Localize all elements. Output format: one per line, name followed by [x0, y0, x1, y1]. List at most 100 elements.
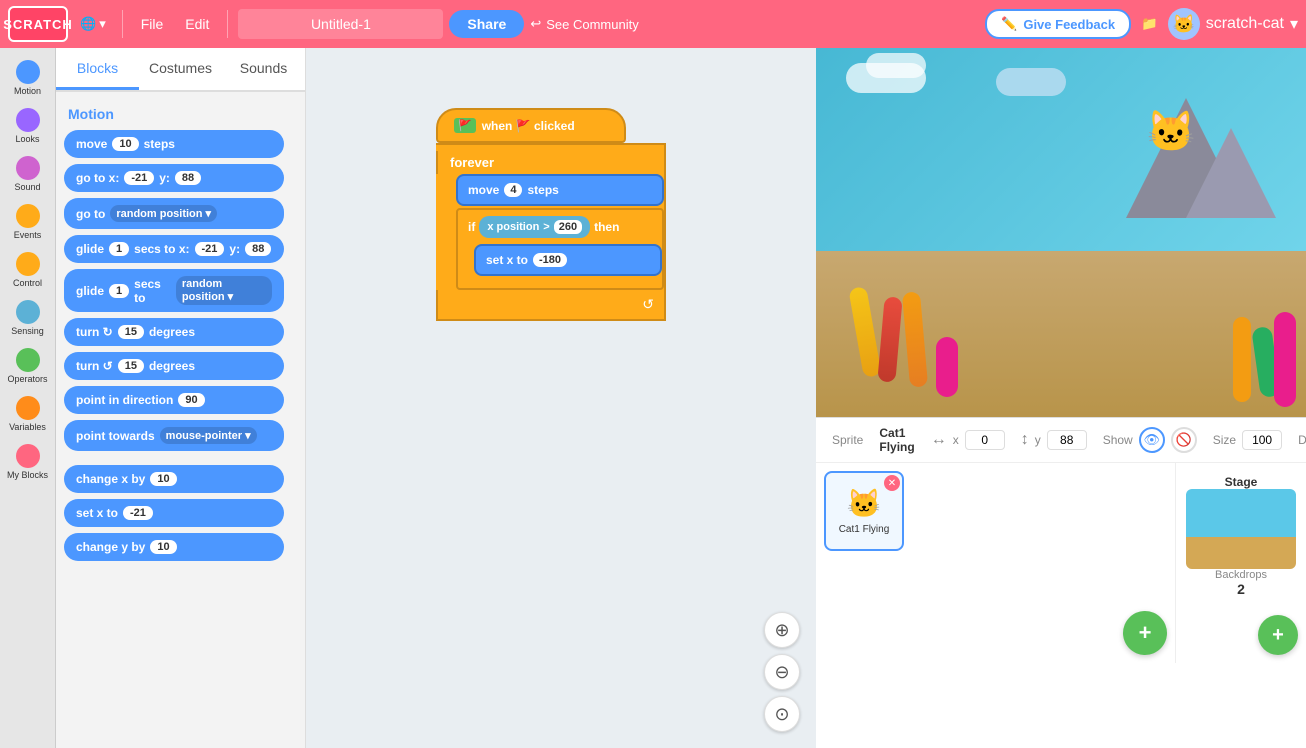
zoom-reset-button[interactable]: ⊙ [764, 696, 800, 732]
sensing-label: Sensing [11, 326, 44, 336]
zoom-in-button[interactable]: ⊕ [764, 612, 800, 648]
loop-arrow: ↺ [642, 296, 654, 313]
block-move[interactable]: move 10 steps [64, 130, 284, 158]
blocks-spacer [64, 457, 297, 465]
block-change-y[interactable]: change y by 10 [64, 533, 284, 561]
block-turn-cw[interactable]: turn ↻ 15 degrees [64, 318, 284, 346]
sidebar-item-events[interactable]: Events [1, 200, 55, 244]
cat-sprite: 🐱 [1146, 108, 1196, 155]
myblocks-dot [16, 444, 40, 468]
forever-inner: move 4 steps if x position > 26 [456, 174, 664, 290]
sidebar-item-operators[interactable]: Operators [1, 344, 55, 388]
see-community-button[interactable]: ↩ See Community [530, 16, 638, 32]
community-icon: ↩ [530, 16, 541, 32]
sidebar-item-motion[interactable]: Motion [1, 56, 55, 100]
size-label: Size [1213, 433, 1236, 447]
add-sprite-button[interactable]: + [1123, 611, 1167, 655]
script-stack: 🚩 when 🚩 clicked forever move 4 steps [436, 108, 666, 321]
nav-divider-1 [122, 10, 123, 38]
block-glide-random[interactable]: glide 1 secs to random position ▾ [64, 269, 284, 312]
block-point-towards[interactable]: point towards mouse-pointer ▾ [64, 420, 284, 451]
zoom-reset-icon: ⊙ [774, 704, 789, 725]
sidebar-item-looks[interactable]: Looks [1, 104, 55, 148]
stage-thumb-label: Stage [1225, 475, 1258, 489]
set-x-block[interactable]: set x to -180 [474, 244, 662, 276]
mountain-2 [1186, 128, 1276, 218]
edit-menu[interactable]: Edit [177, 12, 217, 36]
if-label: if [468, 220, 475, 234]
sprite-item-icon: 🐱 [847, 487, 882, 520]
scratch-logo: SCRATCH [8, 6, 68, 42]
share-button[interactable]: Share [449, 10, 524, 38]
events-dot [16, 204, 40, 228]
backdrops-label: Backdrops [1215, 569, 1267, 581]
plant-1 [936, 337, 958, 397]
backdrops-count: 2 [1237, 581, 1245, 597]
give-feedback-button[interactable]: ✏️ Give Feedback [985, 9, 1131, 39]
plant-r3 [1274, 312, 1296, 407]
set-x-label: set x to [486, 253, 528, 267]
right-panel: ⚑ ⬜ ▭ ⛶ [816, 48, 1306, 748]
sidebar-item-sensing[interactable]: Sensing [1, 296, 55, 340]
block-goto-xy[interactable]: go to x: -21 y: 88 [64, 164, 284, 192]
block-goto-random[interactable]: go to random position ▾ [64, 198, 284, 229]
y-arrows-icon: ↕ [1021, 431, 1029, 449]
sprite-item[interactable]: ✕ 🐱 Cat1 Flying [824, 471, 904, 551]
motion-label: Motion [14, 86, 41, 96]
stage-thumb-img [1186, 489, 1296, 569]
x-value: 0 [965, 430, 1005, 450]
block-point-direction[interactable]: point in direction 90 [64, 386, 284, 414]
avatar: 🐱 [1168, 8, 1200, 40]
sprite-item-close[interactable]: ✕ [884, 475, 900, 491]
looks-dot [16, 108, 40, 132]
operators-label: Operators [7, 374, 47, 384]
globe-button[interactable]: 🌐 ▾ [74, 12, 112, 36]
top-nav: SCRATCH 🌐 ▾ File Edit Share ↩ See Commun… [0, 0, 1306, 48]
project-title-input[interactable] [238, 9, 443, 39]
sidebar-item-control[interactable]: Control [1, 248, 55, 292]
blocks-panel: Blocks Costumes Sounds Motion move 10 st… [56, 48, 306, 748]
stage-thumb[interactable] [1186, 489, 1296, 569]
size-value: 100 [1242, 430, 1282, 450]
sidebar-item-sound[interactable]: Sound [1, 152, 55, 196]
forever-block[interactable]: forever move 4 steps if [436, 143, 666, 321]
x-coord-section: ↔ x 0 [931, 430, 1005, 450]
editor-tabs: Blocks Costumes Sounds [56, 48, 305, 92]
set-x-value: -180 [533, 253, 567, 267]
block-set-x[interactable]: set x to -21 [64, 499, 284, 527]
zoom-in-icon: ⊕ [774, 620, 789, 641]
control-label: Control [13, 278, 42, 288]
y-coord-section: ↕ y 88 [1021, 430, 1087, 450]
folder-button[interactable]: 📁 [1137, 12, 1162, 36]
block-turn-ccw[interactable]: turn ↺ 15 degrees [64, 352, 284, 380]
tab-blocks[interactable]: Blocks [56, 48, 139, 90]
motion-dot [16, 60, 40, 84]
zoom-out-icon: ⊖ [774, 662, 789, 683]
stage-canvas: 🐱 [816, 48, 1306, 417]
file-menu[interactable]: File [133, 12, 172, 36]
gt-op: > [543, 221, 549, 233]
size-section: Size 100 [1213, 430, 1282, 450]
sound-label: Sound [14, 182, 40, 192]
block-change-x[interactable]: change x by 10 [64, 465, 284, 493]
hide-eye-button[interactable]: 🚫 [1171, 427, 1197, 453]
hat-block[interactable]: 🚩 when 🚩 clicked [436, 108, 626, 143]
sprite-item-name: Cat1 Flying [839, 524, 890, 535]
zoom-controls: ⊕ ⊖ ⊙ [764, 612, 800, 732]
tab-costumes[interactable]: Costumes [139, 48, 222, 90]
x-position-label: x position [487, 221, 539, 233]
steps-label: steps [527, 183, 558, 197]
user-section[interactable]: 🐱 scratch-cat ▾ [1168, 8, 1298, 40]
zoom-out-button[interactable]: ⊖ [764, 654, 800, 690]
sidebar-item-variables[interactable]: Variables [1, 392, 55, 436]
if-value: 260 [554, 220, 582, 234]
if-block[interactable]: if x position > 260 then [456, 208, 664, 290]
sidebar-item-myblocks[interactable]: My Blocks [1, 440, 55, 484]
move-block[interactable]: move 4 steps [456, 174, 664, 206]
tab-sounds[interactable]: Sounds [222, 48, 305, 90]
block-glide-xy[interactable]: glide 1 secs to x: -21 y: 88 [64, 235, 284, 263]
show-eye-button[interactable]: 👁 [1139, 427, 1165, 453]
add-backdrop-button[interactable]: + [1258, 615, 1298, 655]
category-panel: Motion Looks Sound Events Control Sensin… [0, 48, 56, 748]
blocks-content: Motion move 10 steps go to x: -21 y: 88 … [56, 92, 305, 748]
